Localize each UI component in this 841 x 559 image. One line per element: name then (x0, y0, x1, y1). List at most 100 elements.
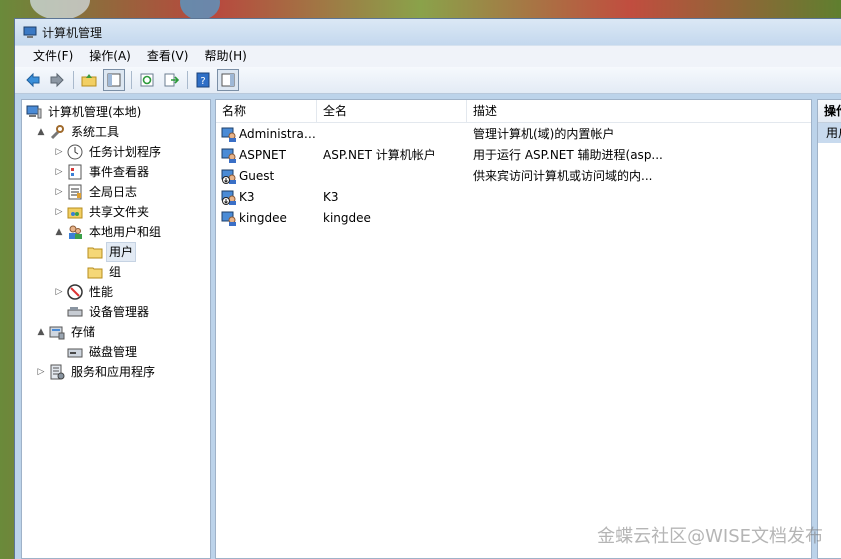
column-headers: 名称 全名 描述 (216, 100, 811, 123)
expand-arrow-icon[interactable]: ▷ (54, 287, 64, 297)
disabled-user-icon (221, 168, 237, 184)
action-item-users[interactable]: 用户 (818, 123, 841, 143)
user-name: Administrat... (239, 127, 319, 141)
user-description: 管理计算机(域)的内置帐户 (473, 127, 615, 141)
user-name: K3 (239, 190, 255, 204)
column-header-fullname[interactable]: 全名 (317, 100, 467, 122)
folder-icon (87, 264, 103, 280)
tree-item[interactable]: ▷ 性能 (54, 282, 115, 302)
user-description (473, 187, 803, 208)
user-row[interactable]: kingdee kingdee (216, 208, 811, 229)
tree-item-label: 组 (109, 265, 122, 279)
up-folder-icon[interactable] (79, 70, 99, 90)
event-viewer-icon (67, 164, 83, 180)
actions-header: 操作 (818, 100, 841, 123)
users-icon (67, 224, 83, 240)
watermark: 金蝶云社区@WISE文档发布 (597, 526, 823, 547)
tree-item-label: 共享文件夹 (89, 205, 150, 219)
tree-item[interactable]: 用户 (74, 242, 137, 262)
disk-icon (67, 344, 83, 360)
refresh-icon[interactable] (137, 70, 157, 90)
show-tree-icon[interactable] (103, 69, 125, 91)
tree-item-label: 磁盘管理 (89, 345, 138, 359)
user-row[interactable]: Administrat... 管理计算机(域)的内置帐户 (216, 124, 811, 145)
user-row[interactable]: Guest 供来宾访问计算机或访问域的内... (216, 166, 811, 187)
tree-item-label: 本地用户和组 (89, 225, 162, 239)
tree-item-label: 全局日志 (89, 185, 138, 199)
export-icon[interactable] (161, 70, 181, 90)
menu-view[interactable]: 查看(V) (139, 46, 197, 67)
tree-item[interactable]: ▲ 系统工具 (36, 122, 121, 142)
tree-item[interactable]: ▷ 任务计划程序 (54, 142, 163, 162)
back-icon[interactable] (23, 70, 43, 90)
expand-arrow-icon[interactable]: ▷ (54, 187, 64, 197)
expand-arrow-icon[interactable]: ▷ (54, 207, 64, 217)
user-row[interactable]: K3 K3 (216, 187, 811, 208)
collapse-arrow-icon[interactable]: ▲ (36, 127, 46, 137)
user-fullname (323, 124, 463, 145)
user-icon (221, 147, 237, 163)
user-fullname: K3 (323, 190, 339, 204)
svg-text:?: ? (200, 76, 205, 87)
tree-item[interactable]: ▲ 存储 (36, 322, 97, 342)
folder-icon (87, 244, 103, 260)
computer-management-icon (23, 26, 37, 38)
user-icon (221, 210, 237, 226)
help-icon[interactable]: ? (193, 70, 213, 90)
computer-icon (26, 104, 42, 120)
disabled-user-icon (221, 189, 237, 205)
forward-icon[interactable] (47, 70, 67, 90)
collapse-arrow-icon[interactable]: ▲ (36, 327, 46, 337)
user-fullname: kingdee (323, 211, 371, 225)
tree-item-label: 任务计划程序 (89, 145, 162, 159)
actions-pane: 操作 用户 (817, 99, 841, 559)
device-icon (67, 304, 83, 320)
toolbar-separator (73, 71, 74, 89)
tools-icon (49, 124, 65, 140)
wallpaper (180, 0, 220, 20)
tree-item-label: 设备管理器 (89, 305, 150, 319)
tree-item[interactable]: ▷ 全局日志 (54, 182, 139, 202)
user-description: 用于运行 ASP.NET 辅助进程(asp... (473, 148, 663, 162)
console-tree: 计算机管理(本地) ▲ 系统工具 ▷ 任务计划程序 ▷ 事件查看器 ▷ 全局日志 ▷ 共享文件夹 ▲ 本… (21, 99, 211, 559)
tree-item[interactable]: 设备管理器 (54, 302, 151, 322)
user-description: 供来宾访问计算机或访问域的内... (473, 169, 653, 183)
toolbar-separator (131, 71, 132, 89)
user-icon (221, 126, 237, 142)
tree-item[interactable]: 组 (74, 262, 123, 282)
column-header-name[interactable]: 名称 (216, 100, 317, 122)
tree-item[interactable]: 磁盘管理 (54, 342, 139, 362)
menu-help[interactable]: 帮助(H) (196, 46, 254, 67)
user-name: ASPNET (239, 148, 286, 162)
user-list: 名称 全名 描述 Administrat... 管理计算机(域)的内置帐户 ASPN… (215, 99, 812, 559)
column-header-description[interactable]: 描述 (467, 100, 813, 122)
expand-arrow-icon[interactable]: ▷ (54, 147, 64, 157)
tree-item-label: 服务和应用程序 (71, 365, 156, 379)
user-name: Guest (239, 169, 275, 183)
tree-item[interactable]: ▲ 本地用户和组 (54, 222, 163, 242)
tree-item[interactable]: ▷ 事件查看器 (54, 162, 151, 182)
collapse-arrow-icon[interactable]: ▲ (54, 227, 64, 237)
user-row[interactable]: ASPNET ASP.NET 计算机帐户 用于运行 ASP.NET 辅助进程(asp… (216, 145, 811, 166)
toolbar-separator (187, 71, 188, 89)
wallpaper (30, 0, 90, 20)
expand-arrow-icon[interactable]: ▷ (36, 367, 46, 377)
user-description (473, 208, 803, 229)
expand-arrow-icon[interactable]: ▷ (54, 167, 64, 177)
content-panes: 计算机管理(本地) ▲ 系统工具 ▷ 任务计划程序 ▷ 事件查看器 ▷ 全局日志 ▷ 共享文件夹 ▲ 本… (21, 99, 841, 559)
toolbar: ? (15, 67, 841, 94)
menu-file[interactable]: 文件(F) (25, 46, 81, 67)
action-pane-icon[interactable] (217, 69, 239, 91)
menu-action[interactable]: 操作(A) (81, 46, 139, 67)
tree-item[interactable]: 计算机管理(本地) (26, 102, 143, 122)
tree-item[interactable]: ▷ 服务和应用程序 (36, 362, 157, 382)
clock-icon (67, 144, 83, 160)
computer-management-window: 计算机管理 文件(F) 操作(A) 查看(V) 帮助(H) ? 计算机管理(本地… (14, 18, 841, 559)
tree-item[interactable]: ▷ 共享文件夹 (54, 202, 151, 222)
title-bar[interactable]: 计算机管理 (15, 19, 841, 45)
tree-item-label: 存储 (71, 325, 96, 339)
window-title: 计算机管理 (42, 25, 103, 40)
user-fullname (323, 166, 463, 187)
tree-item-label: 用户 (105, 242, 137, 262)
user-name: kingdee (239, 211, 287, 225)
